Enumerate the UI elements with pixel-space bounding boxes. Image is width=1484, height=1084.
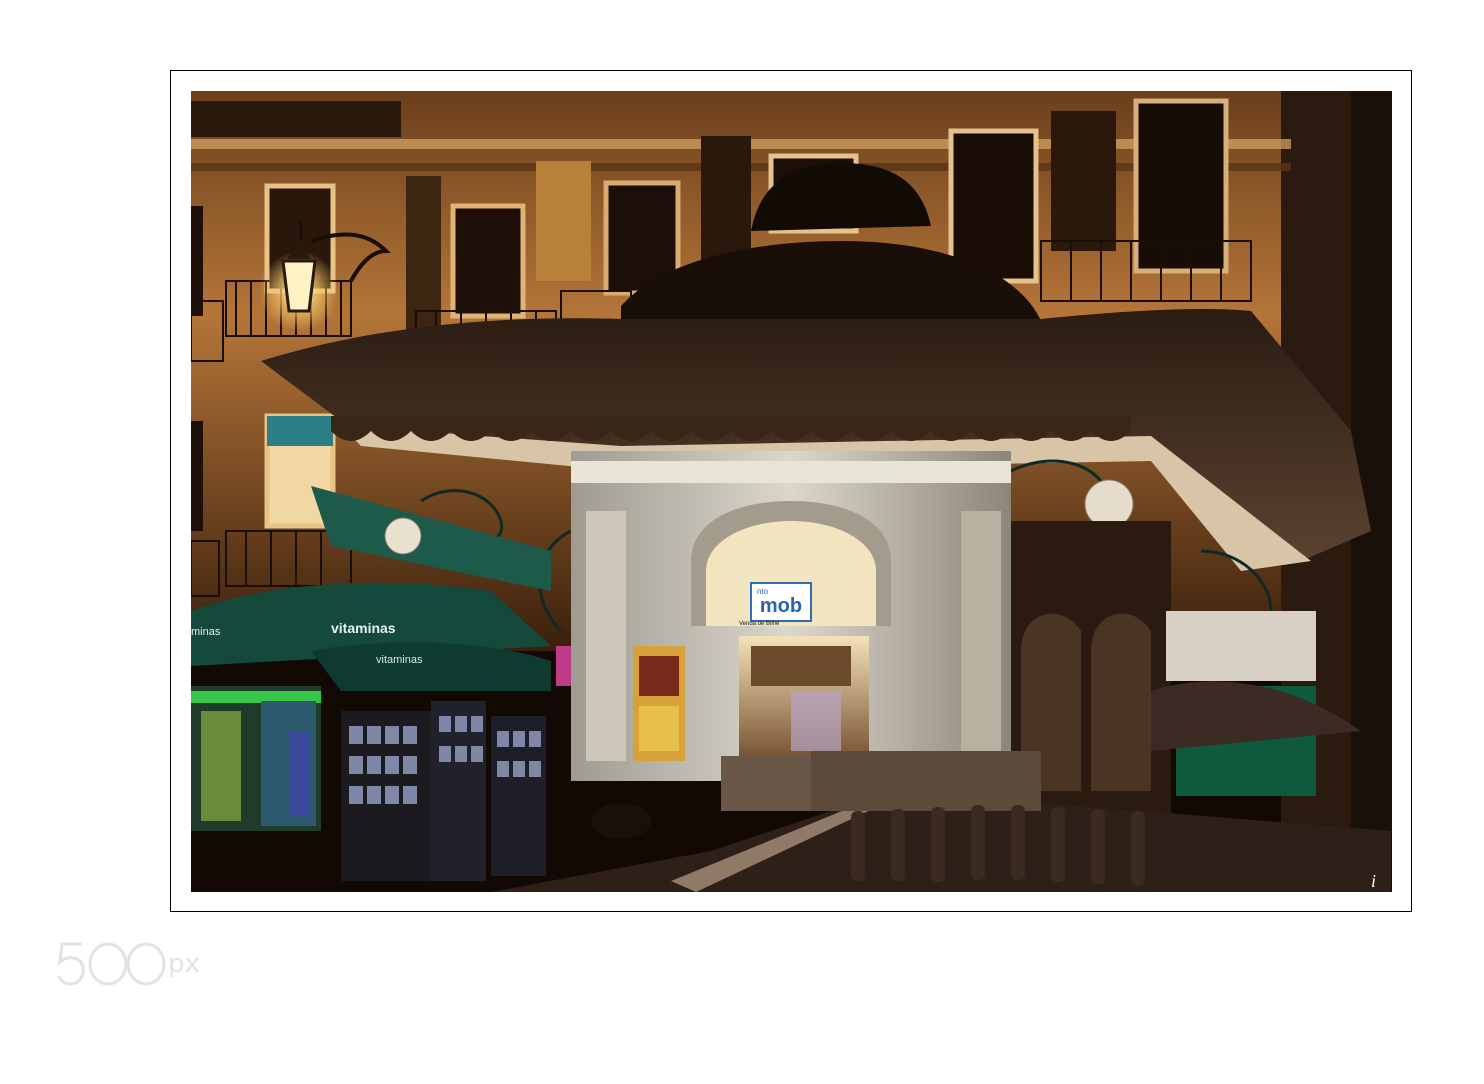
side-brand-text: minas <box>191 626 221 638</box>
photographer-signature: i <box>1371 871 1376 891</box>
umbrella-brand-text-lower: vitaminas <box>376 654 423 666</box>
kiosk-sign-prefix: nto <box>757 587 769 596</box>
500px-watermark: px <box>56 938 231 990</box>
500px-logo: px <box>57 942 200 986</box>
watermark-suffix: px <box>168 949 200 979</box>
kiosk-sign-main: mob <box>760 595 802 617</box>
umbrella-brand-text: vitaminas <box>331 620 396 636</box>
kiosk-scene: vitaminas vitaminas minas mob nto Venda … <box>191 91 1392 892</box>
kiosk-sign-small: Venda de Bilhe <box>739 621 780 627</box>
lit-shop-window <box>191 686 321 831</box>
kiosk-building: mob nto Venda de Bilhe <box>571 451 1011 791</box>
night-kiosk-photo: vitaminas vitaminas minas mob nto Venda … <box>191 91 1392 892</box>
